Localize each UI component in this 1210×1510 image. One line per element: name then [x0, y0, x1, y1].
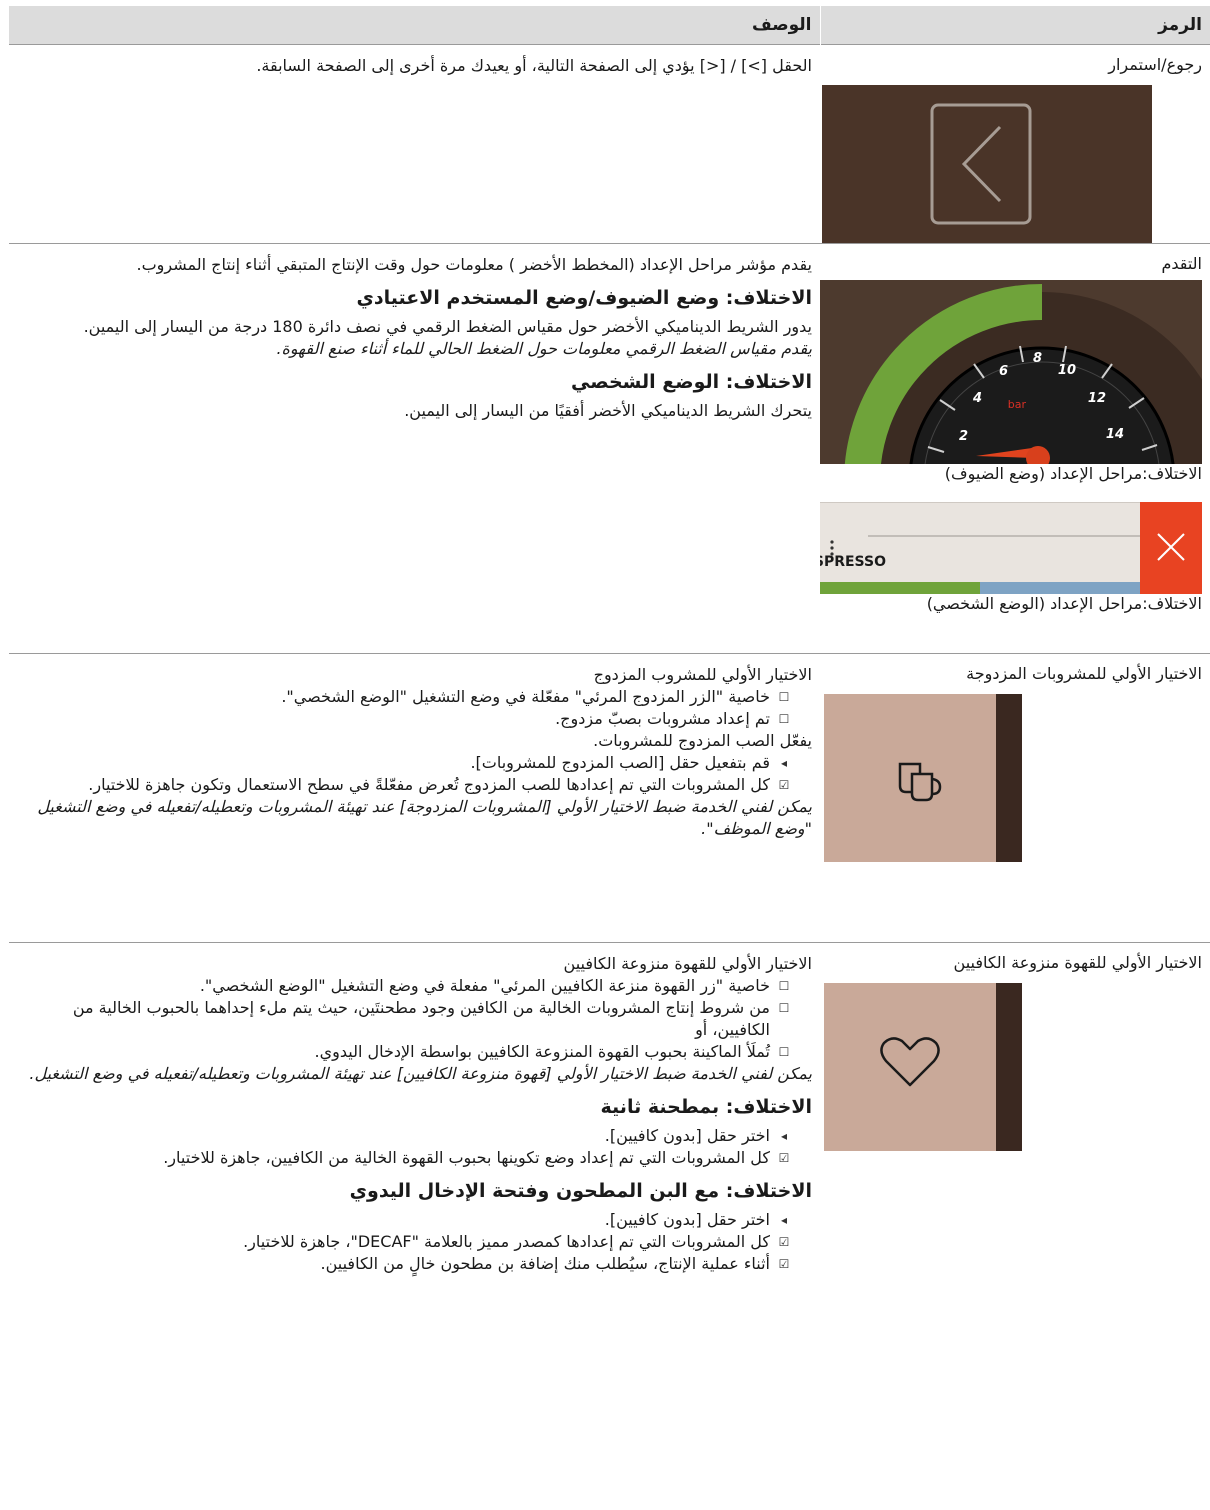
- description-intro: الاختيار الأولي للمشروب المزدوج: [593, 665, 812, 684]
- table-row: التقدم 2 4 6 8 10 12 14 bar الاختلاف:مرا…: [9, 243, 1210, 654]
- variant-heading: الاختلاف: الوضع الشخصي: [571, 371, 812, 393]
- steps-list: ◂ قم بتفعيل حقل [الصب المزدوج للمشروبات].…: [19, 752, 812, 796]
- symbol-title: الاختيار الأولي للمشروبات المزدوجة: [966, 664, 1202, 683]
- gauge-tick-4: 4: [972, 391, 982, 406]
- list-item: ◂ قم بتفعيل حقل [الصب المزدوج للمشروبات].: [19, 752, 812, 774]
- symbol-cell: التقدم 2 4 6 8 10 12 14 bar الاختلاف:مرا…: [820, 243, 1210, 654]
- list-item: ☐ من شروط إنتاج المشروبات الخالية من الكا…: [19, 997, 812, 1041]
- description-text: يتحرك الشريط الديناميكي الأخضر أفقيًا من…: [404, 401, 812, 420]
- decaf-button-image: [824, 983, 1022, 1151]
- checkbox-checked-icon: ☑: [778, 778, 790, 792]
- description-text: يدور الشريط الديناميكي الأخضر حول مقياس …: [83, 317, 812, 336]
- gauge-unit: bar: [1008, 398, 1027, 411]
- description-note: يمكن لفني الخدمة ضبط الاختيار الأولي [قه…: [29, 1064, 812, 1083]
- symbol-title: رجوع/استمرار: [1108, 55, 1202, 74]
- gauge-tick-10: 10: [1058, 363, 1076, 378]
- table-header-row: الرمز الوصف: [9, 6, 1210, 45]
- header-symbol: الرمز: [819, 6, 1210, 45]
- steps-list: ◂ اختر حقل [بدون كافيين]. ☑ كل المشروبات ا…: [19, 1209, 812, 1275]
- table-row: الاختيار الأولي للقهوة منزوعة الكافيين ا…: [9, 942, 1210, 1483]
- description-intro: الاختيار الأولي للقهوة منزوعة الكافيين: [563, 954, 812, 973]
- list-item: ☐ خاصية "زر القهوة منزعة الكافيين المرئي"…: [19, 975, 812, 997]
- document-page: الرمز الوصف رجوع/استمرار الحقل [>] / [<]…: [0, 0, 1210, 1510]
- description-text: يفعّل الصب المزدوج للمشروبات.: [593, 731, 812, 750]
- symbol-cell: رجوع/استمرار: [820, 44, 1210, 244]
- espresso-label: ESPRESSO: [820, 554, 886, 570]
- list-item: ☐ تُملَأ الماكينة بحبوب القهوة المنزوعة ا…: [19, 1041, 812, 1063]
- preconditions-list: ☐ خاصية "الزر المزدوج المرئي" مفعّلة في و…: [19, 686, 812, 730]
- checkbox-checked-icon: ☑: [778, 1235, 790, 1249]
- list-item: ☑ كل المشروبات التي تم إعداد وضع تكوينها …: [19, 1147, 812, 1169]
- variant-heading: الاختلاف: وضع الضيوف/وضع المستخدم الاعتي…: [356, 287, 812, 309]
- triangle-bullet-icon: ◂: [780, 1213, 788, 1227]
- symbol-title: الاختيار الأولي للقهوة منزوعة الكافيين: [953, 953, 1202, 972]
- symbol-title: التقدم: [1161, 254, 1202, 273]
- triangle-bullet-icon: ◂: [780, 1129, 788, 1143]
- table-row: الاختيار الأولي للمشروبات المزدوجة الاخت…: [9, 653, 1210, 943]
- double-drinks-button-image: [824, 694, 1022, 862]
- caption-personal-mode: الاختلاف:مراحل الإعداد (الوضع الشخصي): [926, 594, 1202, 613]
- list-item: ☐ تم إعداد مشروبات بصبّ مزدوج.: [19, 708, 812, 730]
- header-description: الوصف: [9, 6, 820, 45]
- symbol-cell: الاختيار الأولي للقهوة منزوعة الكافيين: [820, 942, 1210, 1483]
- progress-bar-fill: [820, 582, 980, 594]
- table-row: رجوع/استمرار الحقل [>] / [<] يؤدي إلى ال…: [9, 44, 1210, 244]
- checkbox-empty-icon: ☐: [778, 712, 790, 726]
- checkbox-empty-icon: ☐: [778, 690, 790, 704]
- gauge-tick-14: 14: [1106, 427, 1124, 442]
- list-item: ☑ كل المشروبات التي تم إعدادها للصب المزد…: [19, 774, 812, 796]
- symbol-cell: الاختيار الأولي للمشروبات المزدوجة: [820, 653, 1210, 943]
- gauge-tick-6: 6: [999, 364, 1008, 379]
- checkbox-checked-icon: ☑: [778, 1151, 790, 1165]
- personal-mode-progress-image: ESPRESSO: [820, 502, 1202, 594]
- symbol-table: الرمز الوصف رجوع/استمرار الحقل [>] / [<]…: [9, 6, 1210, 1483]
- triangle-bullet-icon: ◂: [780, 756, 788, 770]
- checkbox-empty-icon: ☐: [778, 979, 790, 993]
- variant-heading: الاختلاف: مع البن المطحون وفتحة الإدخال …: [349, 1180, 812, 1202]
- preconditions-list: ☐ خاصية "زر القهوة منزعة الكافيين المرئي"…: [19, 975, 812, 1063]
- description-note: يقدم مقياس الضغط الرقمي معلومات حول الضغ…: [276, 339, 812, 358]
- description-cell: الحقل [>] / [<] يؤدي إلى الصفحة التالية،…: [9, 44, 820, 244]
- description-text: الحقل [>] / [<] يؤدي إلى الصفحة التالية،…: [256, 56, 812, 75]
- list-item: ◂ اختر حقل [بدون كافيين].: [19, 1125, 812, 1147]
- steps-list: ◂ اختر حقل [بدون كافيين]. ☑ كل المشروبات ا…: [19, 1125, 812, 1169]
- list-item: ☑ أثناء عملية الإنتاج، سيُطلب منك إضافة ب…: [19, 1253, 812, 1275]
- checkbox-empty-icon: ☐: [778, 1045, 790, 1059]
- gauge-tick-2: 2: [959, 429, 968, 444]
- description-cell: يقدم مؤشر مراحل الإعداد (المخطط الأخضر )…: [9, 243, 820, 654]
- description-cell: الاختيار الأولي للمشروب المزدوج ☐ خاصية "…: [9, 653, 820, 943]
- back-button-image: [822, 85, 1152, 243]
- more-options-icon: [830, 540, 834, 556]
- caption-guest-mode: الاختلاف:مراحل الإعداد (وضع الضيوف): [944, 464, 1202, 483]
- guest-mode-gauge-image: 2 4 6 8 10 12 14 bar: [820, 280, 1202, 464]
- description-note: يمكن لفني الخدمة ضبط الاختيار الأولي [ال…: [37, 797, 812, 838]
- list-item: ◂ اختر حقل [بدون كافيين].: [19, 1209, 812, 1231]
- description-intro: يقدم مؤشر مراحل الإعداد (المخطط الأخضر )…: [136, 255, 812, 274]
- gauge-tick-12: 12: [1088, 391, 1106, 406]
- description-cell: الاختيار الأولي للقهوة منزوعة الكافيين ☐…: [9, 942, 820, 1483]
- checkbox-empty-icon: ☐: [778, 1001, 790, 1015]
- list-item: ☑ كل المشروبات التي تم إعدادها كمصدر مميز…: [19, 1231, 812, 1253]
- variant-heading: الاختلاف: بمطحنة ثانية: [600, 1096, 812, 1118]
- list-item: ☐ خاصية "الزر المزدوج المرئي" مفعّلة في و…: [19, 686, 812, 708]
- gauge-tick-8: 8: [1033, 351, 1042, 366]
- checkbox-checked-icon: ☑: [778, 1257, 790, 1271]
